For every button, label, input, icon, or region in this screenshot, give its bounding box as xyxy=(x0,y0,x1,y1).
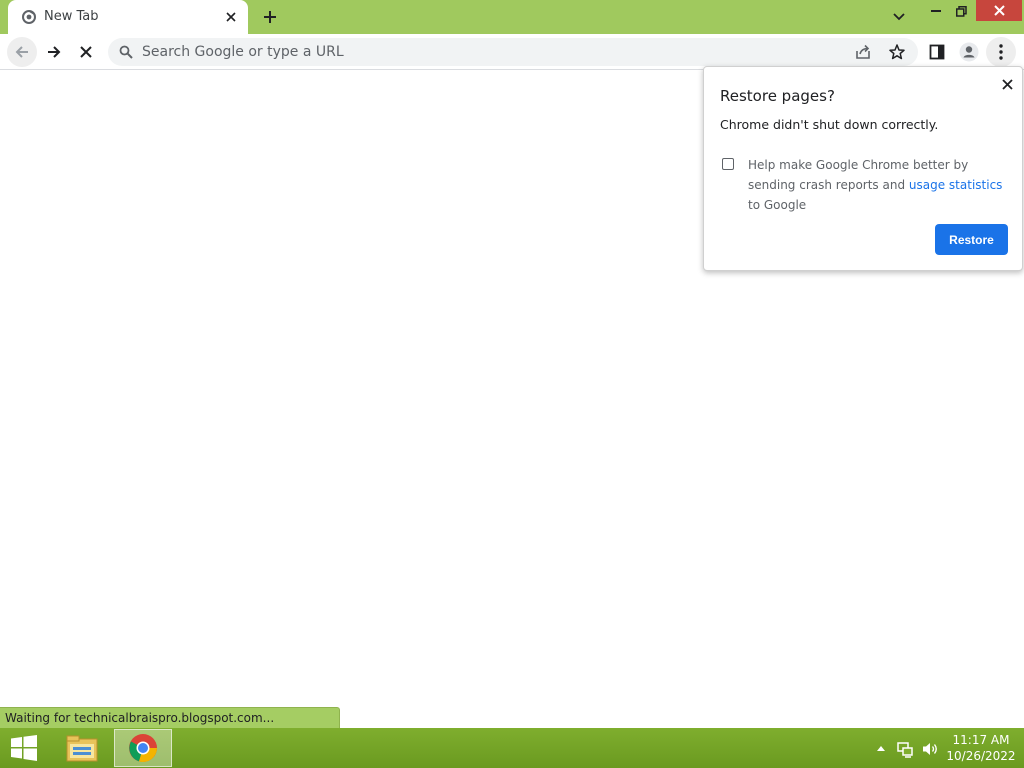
close-icon[interactable] xyxy=(976,0,1022,21)
star-icon[interactable] xyxy=(888,43,906,61)
stop-icon[interactable] xyxy=(71,37,101,67)
network-icon[interactable] xyxy=(896,740,914,758)
chevron-down-icon[interactable] xyxy=(888,8,910,26)
chrome-icon[interactable] xyxy=(114,729,172,767)
dialog-title: Restore pages? xyxy=(720,87,835,105)
tab-new-tab[interactable]: New Tab xyxy=(8,0,248,34)
search-icon xyxy=(119,45,133,59)
volume-icon[interactable] xyxy=(921,740,939,758)
status-bubble: Waiting for technicalbraispro.blogspot.c… xyxy=(0,707,340,728)
screen: New Tab Search Google or type a URL Rest… xyxy=(0,0,1024,768)
forward-arrow-icon[interactable] xyxy=(39,37,69,67)
address-bar-input[interactable] xyxy=(142,38,842,66)
tab-title: New Tab xyxy=(44,9,99,24)
back-arrow-icon[interactable] xyxy=(7,37,37,67)
tray-up-arrow-icon[interactable] xyxy=(874,742,888,754)
chrome-favicon-icon xyxy=(22,10,36,24)
taskbar: 11:17 AM 10/26/2022 xyxy=(0,728,1024,768)
clock-date: 10/26/2022 xyxy=(946,749,1016,763)
dialog-message: Chrome didn't shut down correctly. xyxy=(720,117,939,132)
windows-logo-icon[interactable] xyxy=(0,728,48,768)
profile-icon[interactable] xyxy=(954,37,984,67)
crash-report-checkbox[interactable] xyxy=(722,158,734,170)
tab-strip: New Tab xyxy=(0,0,1024,34)
restore-window-icon[interactable] xyxy=(946,0,976,22)
close-icon[interactable] xyxy=(998,75,1016,93)
restore-pages-dialog: Restore pages? Chrome didn't shut down c… xyxy=(703,66,1023,271)
toolbar xyxy=(0,34,1024,70)
status-text: Waiting for technicalbraispro.blogspot.c… xyxy=(5,711,275,725)
restore-button[interactable]: Restore xyxy=(935,224,1008,255)
clock-time: 11:17 AM xyxy=(952,733,1010,747)
omnibox[interactable] xyxy=(108,38,918,66)
system-clock[interactable]: 11:17 AM 10/26/2022 xyxy=(945,732,1017,766)
plus-icon[interactable] xyxy=(260,7,280,27)
close-icon[interactable] xyxy=(222,8,240,26)
crash-report-label: Help make Google Chrome better by sendin… xyxy=(748,155,1010,215)
side-panel-icon[interactable] xyxy=(922,37,952,67)
file-explorer-icon[interactable] xyxy=(58,728,106,768)
more-vert-icon[interactable] xyxy=(986,37,1016,67)
share-icon[interactable] xyxy=(854,43,872,61)
usage-statistics-link[interactable]: usage statistics xyxy=(909,178,1003,192)
crash-report-label-suffix: to Google xyxy=(748,198,807,212)
